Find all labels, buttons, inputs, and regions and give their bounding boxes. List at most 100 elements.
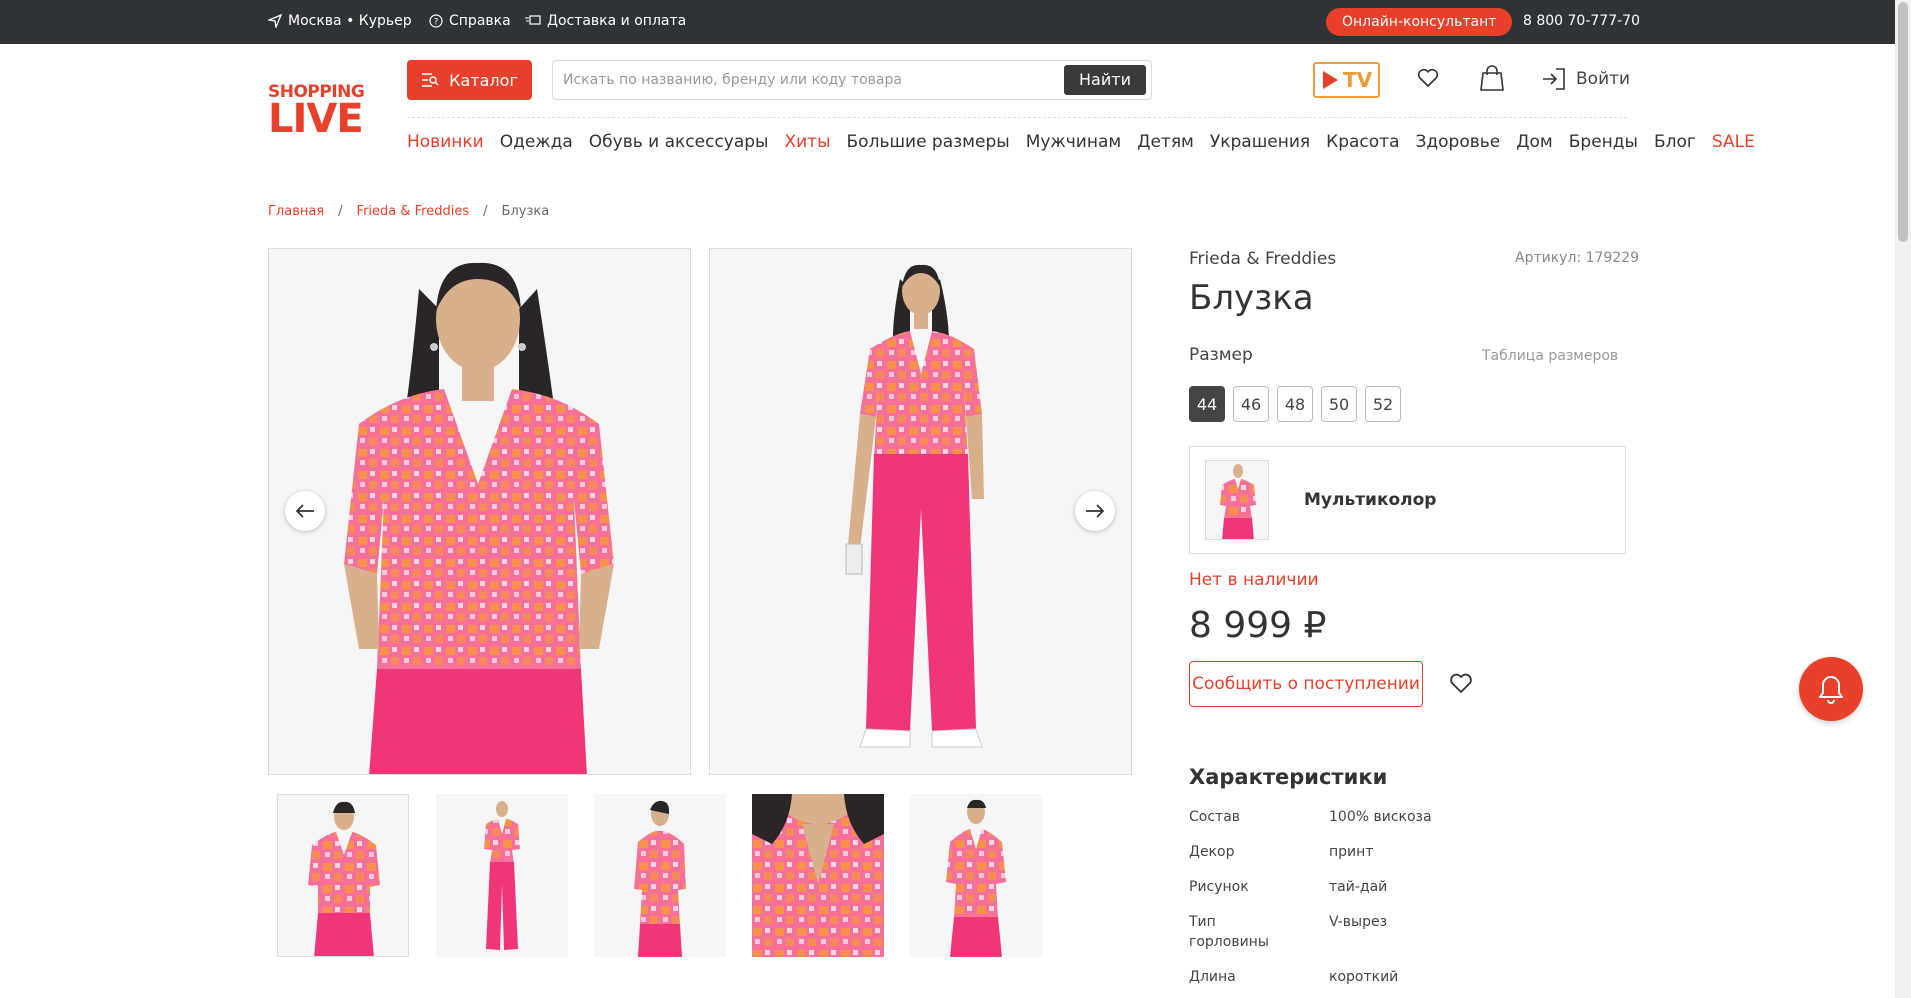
previous-photo-button[interactable] [285,491,325,531]
thumbnail-side-image [594,794,726,957]
nav-item[interactable]: Одежда [500,132,573,152]
characteristic-value: тай-дай [1329,879,1388,895]
thumbnail-2[interactable] [436,794,568,957]
product-brand[interactable]: Frieda & Freddies [1189,249,1336,269]
characteristic-value: принт [1329,844,1374,860]
color-swatch [1205,460,1269,540]
nav-item[interactable]: Детям [1137,132,1194,152]
online-consultant-button[interactable]: Онлайн-консультант [1326,8,1513,36]
model-front-closeup-image [269,249,690,774]
login-arrow-icon [1543,68,1565,90]
nav-item[interactable]: Большие размеры [847,132,1010,152]
product-photo-main[interactable] [268,248,691,775]
location-label: Москва • Курьер [288,13,412,29]
characteristic-key: Тип горловины [1189,914,1269,950]
delivery-truck-icon [525,15,541,25]
nav-item[interactable]: Новинки [407,132,484,152]
help-label: Справка [449,13,511,29]
nav-item[interactable]: Блог [1654,132,1696,152]
catalog-label: Каталог [449,70,518,90]
search-bar: Найти [552,60,1152,100]
nav-item[interactable]: SALE [1712,132,1755,152]
characteristic-key: Длина [1189,969,1236,985]
size-label: Размер [1189,345,1253,365]
size-option[interactable]: 44 [1189,386,1225,422]
characteristic-row: Состав 100% вискоза [1189,807,1569,827]
breadcrumb-home[interactable]: Главная [268,204,324,219]
characteristic-value: короткий [1329,969,1399,985]
catalog-button[interactable]: Каталог [407,60,532,100]
breadcrumb-current: Блузка [501,204,550,219]
product-price: 8 999 ₽ [1189,605,1327,646]
characteristic-value: V-вырез [1329,914,1388,930]
nav-item[interactable]: Хиты [784,132,830,152]
next-photo-button[interactable] [1075,491,1115,531]
notifications-button[interactable] [1799,657,1863,721]
scrollbar[interactable] [1895,0,1911,998]
help-icon: ? [429,14,443,28]
bell-icon [1819,676,1843,704]
characteristic-key: Рисунок [1189,879,1249,895]
thumbnail-3[interactable] [594,794,726,957]
size-option[interactable]: 48 [1277,386,1313,422]
nav-item[interactable]: Украшения [1210,132,1310,152]
characteristic-row: Длина короткий [1189,967,1569,987]
nav-item[interactable]: Красота [1326,132,1399,152]
phone-number[interactable]: 8 800 70-777-70 [1523,13,1640,29]
favorites-heart-icon[interactable] [1416,66,1440,90]
nav-item[interactable]: Мужчинам [1026,132,1122,152]
characteristic-row: Рисунок тай-дай [1189,877,1569,897]
size-option[interactable]: 46 [1233,386,1269,422]
size-option[interactable]: 52 [1365,386,1401,422]
product-article: Артикул: 179229 [1515,250,1640,266]
breadcrumb-separator: / [483,204,488,219]
color-swatch-image [1206,461,1268,539]
arrow-left-icon [295,504,314,518]
characteristic-key: Состав [1189,809,1241,825]
size-table-link[interactable]: Таблица размеров [1482,348,1618,364]
search-input[interactable] [563,69,1063,91]
size-options: 44 46 48 50 52 [1189,386,1401,422]
top-bar: Москва • Курьер ? Справка Доставка и опл… [0,0,1895,44]
product-title: Блузка [1189,278,1314,318]
scrollbar-thumb[interactable] [1898,2,1908,242]
location-selector[interactable]: Москва • Курьер [268,13,412,29]
search-button[interactable]: Найти [1064,65,1146,95]
thumbnail-detail-image [752,794,884,957]
characteristics-table: Состав 100% вискоза Декор принт Рисунок тай-д… [1189,807,1569,998]
product-photo-secondary[interactable] [709,248,1132,775]
main-nav: Новинки Одежда Обувь и аксессуары Хиты Больш… [407,132,1755,152]
color-name: Мультиколор [1304,490,1437,510]
thumbnail-full-length-image [436,794,568,957]
login-button[interactable]: Войти [1542,68,1630,90]
thumbnail-front-image [278,795,408,956]
thumbnail-4[interactable] [752,794,884,957]
breadcrumb: Главная / Frieda & Freddies / Блузка [268,204,549,219]
size-option[interactable]: 50 [1321,386,1357,422]
catalog-menu-icon [422,73,439,87]
breadcrumb-brand[interactable]: Frieda & Freddies [357,204,470,219]
location-arrow-icon [268,14,282,28]
nav-item[interactable]: Бренды [1569,132,1638,152]
add-to-favorites-heart-icon[interactable] [1448,671,1474,695]
tv-label: TV [1342,68,1373,92]
tv-button[interactable]: TV [1313,62,1380,98]
thumbnail-5[interactable] [910,794,1042,957]
shopping-bag-icon[interactable] [1479,64,1505,92]
characteristic-row: Декор принт [1189,842,1569,862]
characteristic-key: Декор [1189,844,1235,860]
characteristic-row: Тип горловины V-вырез [1189,912,1569,952]
model-full-length-image [710,249,1131,774]
delivery-link[interactable]: Доставка и оплата [525,13,686,29]
nav-item[interactable]: Здоровье [1416,132,1501,152]
stock-status: Нет в наличии [1189,570,1319,590]
color-option[interactable]: Мультиколор [1189,446,1626,554]
nav-item[interactable]: Обувь и аксессуары [589,132,769,152]
help-link[interactable]: ? Справка [429,13,511,29]
nav-item[interactable]: Дом [1516,132,1553,152]
thumbnail-1[interactable] [277,794,409,957]
characteristics-heading: Характеристики [1189,765,1388,789]
notify-availability-button[interactable]: Сообщить о поступлении [1189,661,1423,707]
svg-text:?: ? [434,18,439,28]
site-logo[interactable]: SHOPPING LIVE [268,84,365,140]
